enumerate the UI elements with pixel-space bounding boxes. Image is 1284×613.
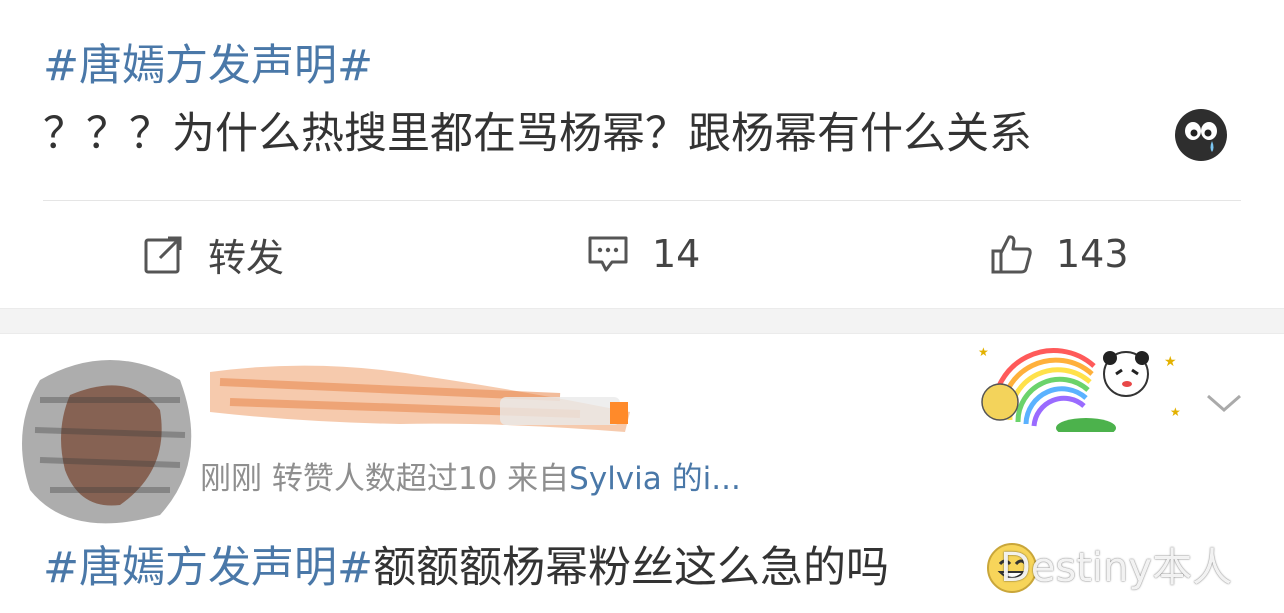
svg-text:★: ★ xyxy=(1170,405,1181,419)
panda-rainbow-banner-icon[interactable]: ★ ★ ★ xyxy=(974,336,1194,432)
watermark: Destiny本人 xyxy=(1000,545,1233,591)
post1-text: ？？？为什么热搜里都在骂杨幂？跟杨幂有什么关系 xyxy=(43,109,1032,159)
post2-hashtag[interactable]: #唐嫣方发声明# xyxy=(43,543,373,593)
post2-from: 来自 xyxy=(507,461,570,497)
repost-label: 转发 xyxy=(208,235,285,280)
post2-text: 额额额杨幂粉丝这么急的吗 xyxy=(373,543,890,593)
post2-meta: 刚刚 转赞人数超过10 来自Sylvia 的i... xyxy=(200,458,741,500)
like-count: 143 xyxy=(1056,232,1129,276)
post2-time: 刚刚 xyxy=(200,461,262,497)
post2-text-line: #唐嫣方发声明#额额额杨幂粉丝这么急的吗 xyxy=(43,540,889,596)
username-redaction xyxy=(210,365,630,432)
thumbs-up-icon xyxy=(991,235,1032,274)
post2-note: 转赞人数超过10 xyxy=(271,461,498,497)
repost-button[interactable]: 转发 xyxy=(142,226,284,282)
comment-button[interactable]: 14 xyxy=(586,226,700,282)
crying-sweat-emoji-icon xyxy=(1175,109,1227,161)
chevron-down-icon[interactable] xyxy=(1204,390,1244,416)
avatar[interactable] xyxy=(10,340,210,530)
svg-text:★: ★ xyxy=(1164,354,1177,370)
post1-divider xyxy=(43,200,1241,201)
comment-count: 14 xyxy=(652,232,701,276)
share-icon xyxy=(144,236,182,274)
like-button[interactable]: 143 xyxy=(990,226,1129,282)
post2-source[interactable]: Sylvia 的i... xyxy=(569,461,741,497)
post1-hashtag[interactable]: #唐嫣方发声明# xyxy=(43,38,373,94)
comment-icon xyxy=(588,236,628,272)
post-separator xyxy=(0,308,1284,334)
svg-text:★: ★ xyxy=(978,345,989,359)
